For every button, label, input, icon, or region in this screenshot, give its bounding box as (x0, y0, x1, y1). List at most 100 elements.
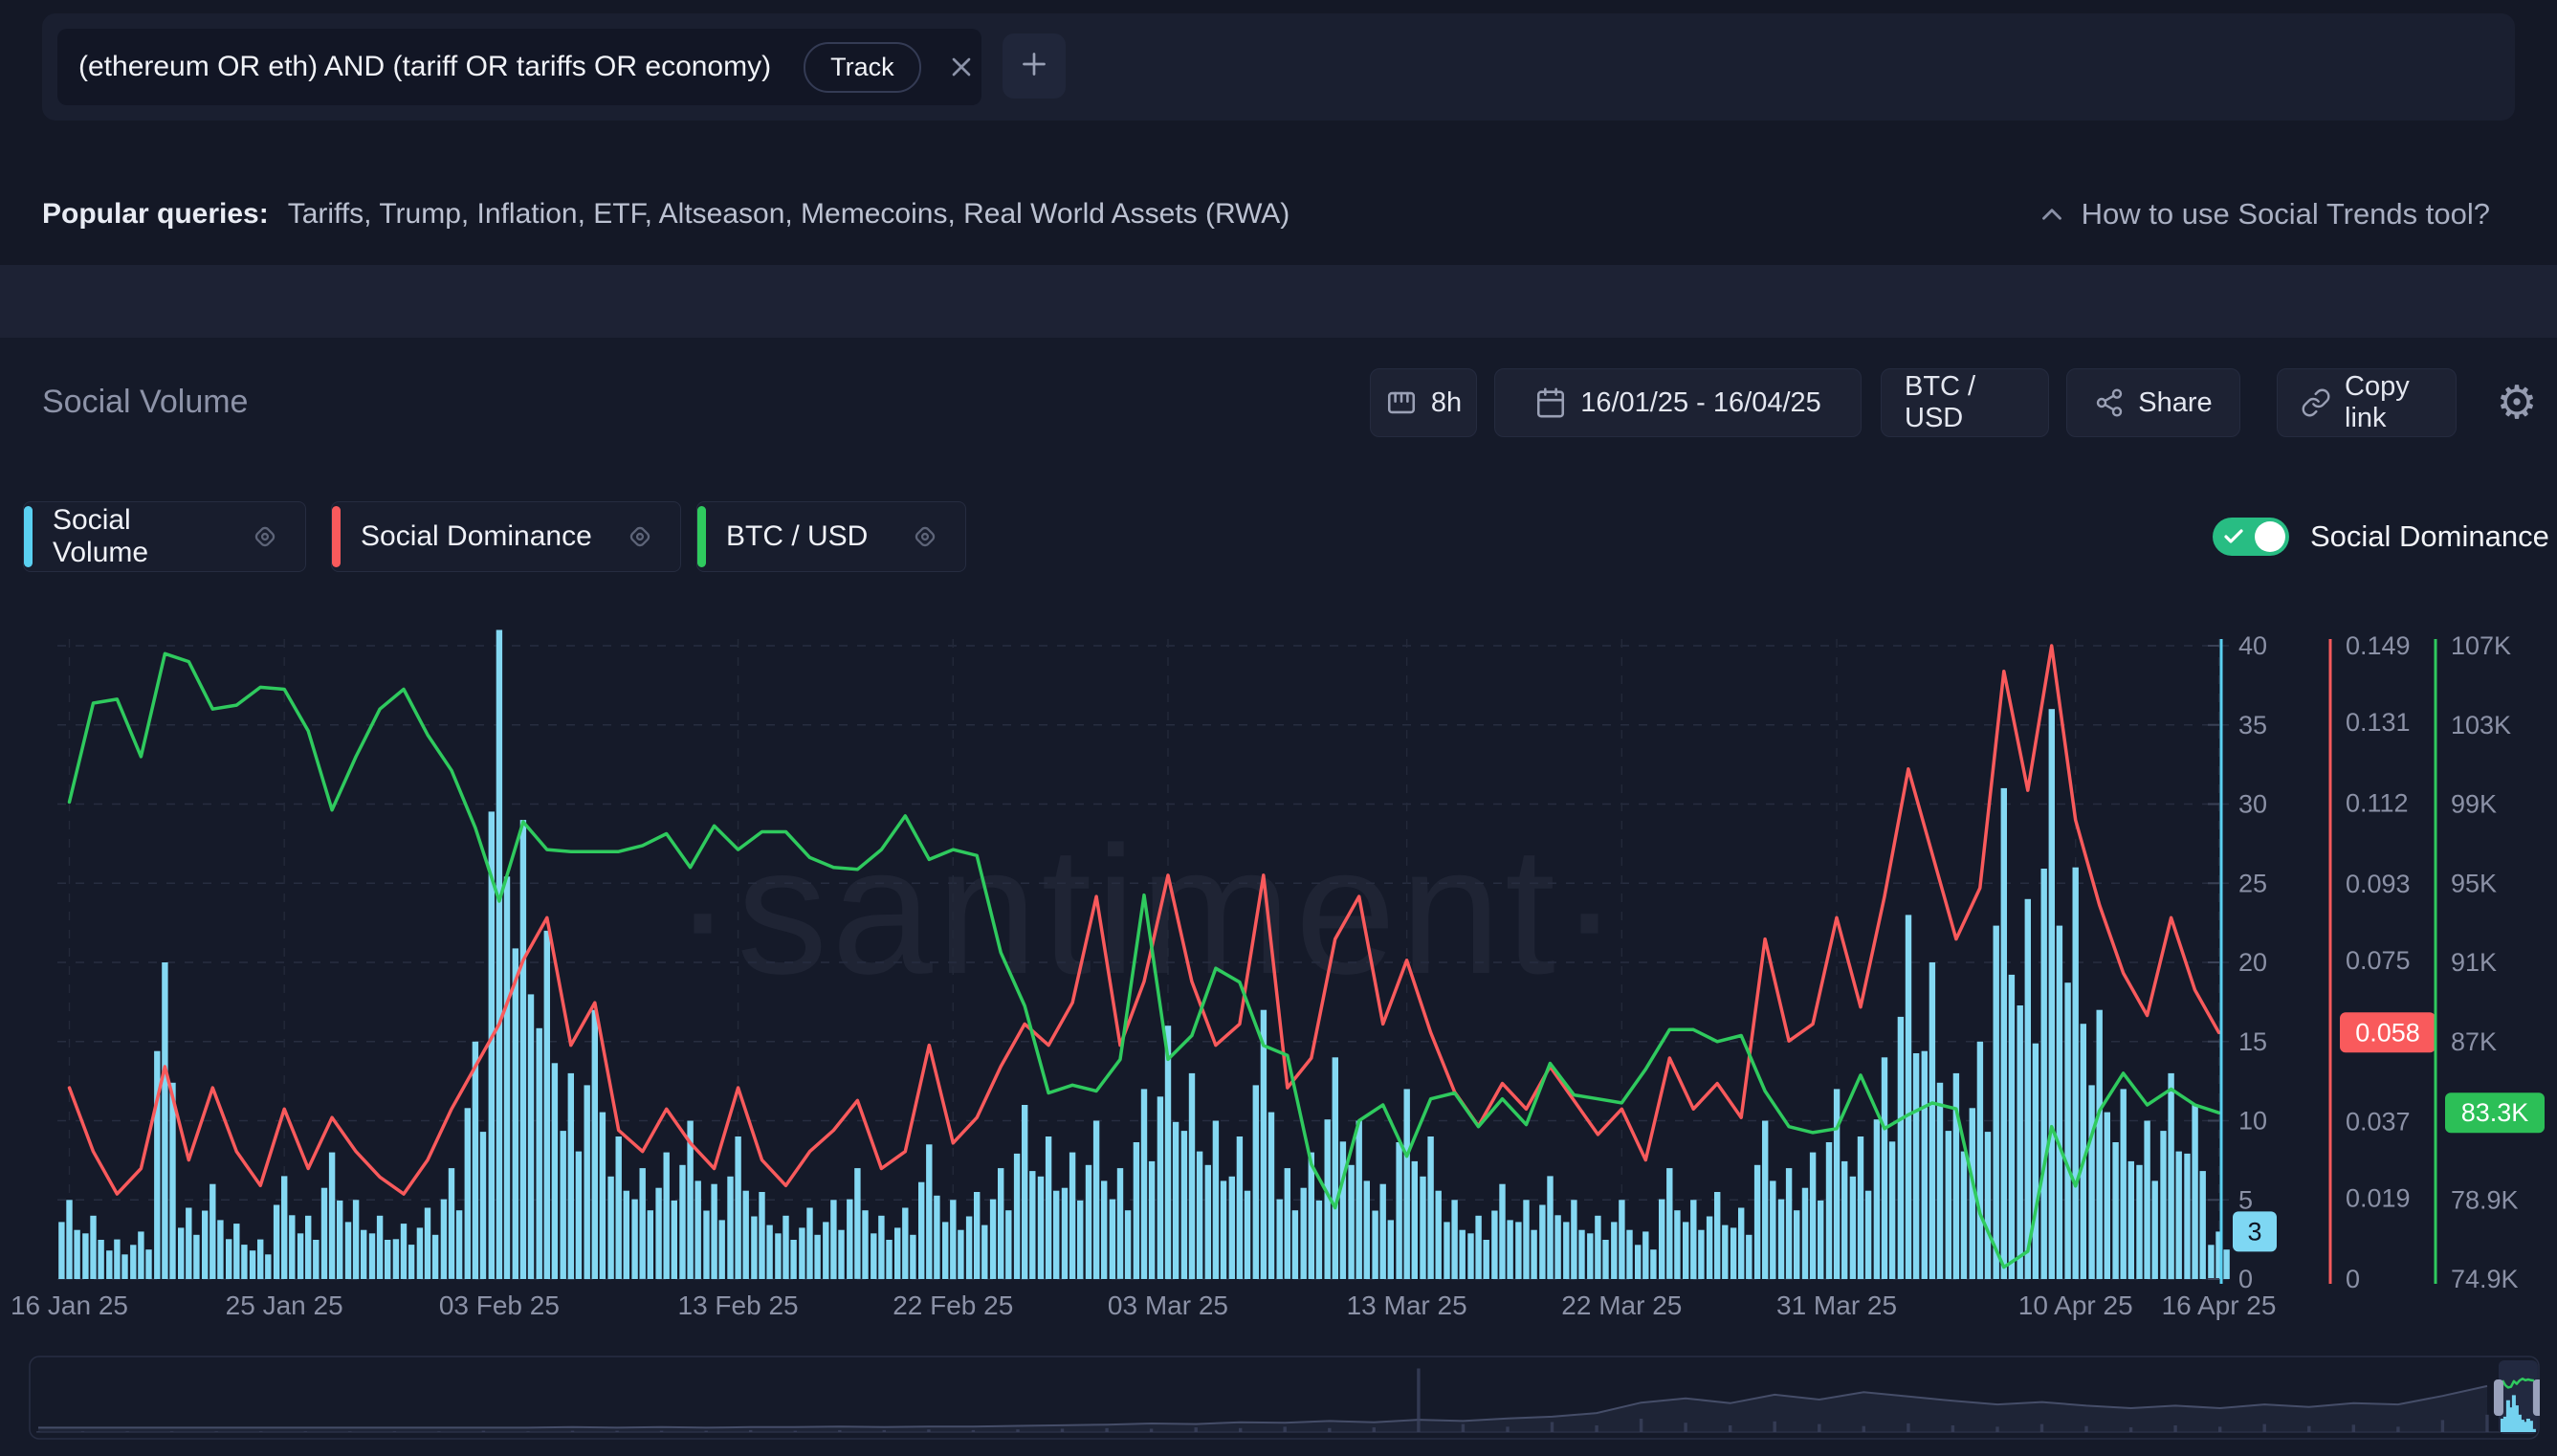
svg-text:91K: 91K (2451, 948, 2497, 977)
svg-text:13 Mar 25: 13 Mar 25 (1347, 1291, 1467, 1320)
add-query-button[interactable] (1003, 33, 1066, 99)
svg-text:03 Mar 25: 03 Mar 25 (1108, 1291, 1228, 1320)
svg-text:0.019: 0.019 (2346, 1184, 2411, 1213)
query-chip[interactable]: (ethereum OR eth) AND (tariff OR tariffs… (57, 29, 981, 105)
legend-label: Social Dominance (361, 520, 592, 553)
eye-icon[interactable] (910, 521, 940, 552)
x-axis-labels: 16 Jan 25 25 Jan 25 03 Feb 25 13 Feb 25 22 F… (11, 1291, 2276, 1320)
navigator-area (38, 1386, 2487, 1432)
svg-text:99K: 99K (2451, 790, 2497, 819)
svg-text:20: 20 (2238, 948, 2267, 977)
svg-text:40: 40 (2238, 631, 2267, 660)
toolbar-band (0, 265, 2557, 338)
svg-text:10: 10 (2238, 1107, 2267, 1136)
svg-text:0.112: 0.112 (2346, 788, 2409, 817)
top-section: (ethereum OR eth) AND (tariff OR tariffs… (0, 0, 2557, 265)
svg-text:25 Jan 25: 25 Jan 25 (226, 1291, 343, 1320)
track-button[interactable]: Track (804, 42, 921, 93)
navigator-selection[interactable] (2494, 1360, 2540, 1434)
link-icon (2301, 387, 2331, 418)
svg-text:10 Apr 25: 10 Apr 25 (2018, 1291, 2133, 1320)
svg-text:03 Feb 25: 03 Feb 25 (439, 1291, 560, 1320)
eye-icon[interactable] (250, 521, 280, 552)
legend-label: Social Volume (53, 504, 231, 569)
copy-link-label: Copy link (2345, 371, 2433, 434)
axis-dominance: 0.149 0.131 0.112 0.093 0.075 0.037 0.019 0 0.05… (2330, 631, 2436, 1293)
chart-section: Social Volume 8h 16/01/25 - 16/04/25 BTC… (0, 338, 2557, 1456)
svg-text:3: 3 (2247, 1217, 2261, 1246)
svg-text:0.058: 0.058 (2355, 1018, 2420, 1047)
svg-text:0.075: 0.075 (2346, 946, 2411, 975)
svg-text:95K: 95K (2451, 869, 2497, 897)
copy-link-button[interactable]: Copy link (2277, 368, 2457, 437)
svg-text:13 Feb 25: 13 Feb 25 (678, 1291, 799, 1320)
svg-text:25: 25 (2238, 869, 2267, 897)
eye-icon[interactable] (625, 521, 655, 552)
interval-label: 8h (1431, 387, 1462, 419)
help-link[interactable]: How to use Social Trends tool? (2036, 188, 2490, 241)
svg-text:16 Apr 25: 16 Apr 25 (2162, 1291, 2277, 1320)
calendar-icon (1534, 386, 1567, 419)
toggle-label: Social Dominance (2310, 519, 2549, 554)
svg-text:35: 35 (2238, 711, 2267, 739)
chart-header-row: Social Volume 8h 16/01/25 - 16/04/25 BTC… (0, 368, 2557, 437)
popular-queries-label: Popular queries: (42, 198, 269, 231)
axis-price: 107K 103K 99K 95K 91K 87K 78.9K 74.9K 83.3K (2436, 631, 2545, 1293)
svg-text:5: 5 (2238, 1185, 2253, 1214)
axis-volume: 40 35 30 25 20 15 10 5 0 3 (2208, 631, 2277, 1293)
pair-label: BTC / USD (1905, 371, 2025, 434)
chart-navigator[interactable] (29, 1356, 2540, 1440)
svg-text:0.149: 0.149 (2346, 631, 2411, 660)
svg-text:22 Mar 25: 22 Mar 25 (1561, 1291, 1682, 1320)
pair-button[interactable]: BTC / USD (1881, 368, 2049, 437)
price-accent-bar (697, 506, 706, 567)
svg-text:31 Mar 25: 31 Mar 25 (1776, 1291, 1897, 1320)
gear-icon[interactable]: ⚙ (2489, 374, 2545, 431)
svg-text:103K: 103K (2451, 711, 2511, 739)
legend-row: Social Volume Social Dominance BTC / USD (0, 501, 2557, 572)
svg-text:22 Feb 25: 22 Feb 25 (893, 1291, 1013, 1320)
popular-queries-row: Popular queries: Tariffs, Trump, Inflati… (42, 188, 2515, 241)
svg-text:0: 0 (2346, 1265, 2360, 1293)
interval-button[interactable]: 8h (1370, 368, 1477, 437)
svg-text:83.3K: 83.3K (2461, 1098, 2529, 1127)
toggle-row: Social Dominance (2213, 510, 2549, 563)
help-link-label: How to use Social Trends tool? (2082, 197, 2490, 232)
legend-label: BTC / USD (726, 520, 868, 553)
date-range-button[interactable]: 16/01/25 - 16/04/25 (1494, 368, 1862, 437)
volume-accent-bar (24, 506, 33, 567)
svg-text:15: 15 (2238, 1027, 2267, 1056)
toggle-knob (2255, 521, 2285, 552)
close-icon[interactable] (946, 48, 977, 86)
legend-chip-btc-usd[interactable]: BTC / USD (696, 501, 966, 572)
svg-text:78.9K: 78.9K (2451, 1185, 2519, 1214)
social-dominance-toggle[interactable] (2213, 518, 2289, 556)
svg-text:87K: 87K (2451, 1027, 2497, 1056)
plus-icon (1017, 47, 1051, 86)
svg-text:0.131: 0.131 (2346, 708, 2411, 737)
navigator-handle-left[interactable] (2494, 1379, 2503, 1416)
navigator-handle-right[interactable] (2533, 1379, 2540, 1416)
share-label: Share (2138, 387, 2212, 419)
interval-icon (1385, 386, 1418, 419)
page-title: Social Volume (42, 384, 248, 421)
check-icon (2222, 525, 2245, 548)
svg-text:0: 0 (2238, 1265, 2253, 1293)
query-text: (ethereum OR eth) AND (tariff OR tariffs… (78, 51, 771, 83)
main-chart[interactable]: 16 Jan 25 25 Jan 25 03 Feb 25 13 Feb 25 22 F… (0, 612, 2557, 1358)
search-container: (ethereum OR eth) AND (tariff OR tariffs… (42, 13, 2515, 121)
svg-text:30: 30 (2238, 790, 2267, 819)
svg-text:0.093: 0.093 (2346, 870, 2411, 898)
svg-text:0.037: 0.037 (2346, 1108, 2411, 1136)
date-range-label: 16/01/25 - 16/04/25 (1580, 387, 1821, 419)
svg-text:107K: 107K (2451, 631, 2511, 660)
legend-chip-social-volume[interactable]: Social Volume (23, 501, 306, 572)
share-button[interactable]: Share (2066, 368, 2240, 437)
dominance-accent-bar (332, 506, 341, 567)
svg-text:74.9K: 74.9K (2451, 1265, 2519, 1293)
chevron-up-icon (2036, 198, 2068, 231)
share-icon (2094, 387, 2125, 418)
popular-queries-items[interactable]: Tariffs, Trump, Inflation, ETF, Altseaso… (288, 198, 1290, 231)
svg-text:16 Jan 25: 16 Jan 25 (11, 1291, 128, 1320)
legend-chip-social-dominance[interactable]: Social Dominance (331, 501, 681, 572)
